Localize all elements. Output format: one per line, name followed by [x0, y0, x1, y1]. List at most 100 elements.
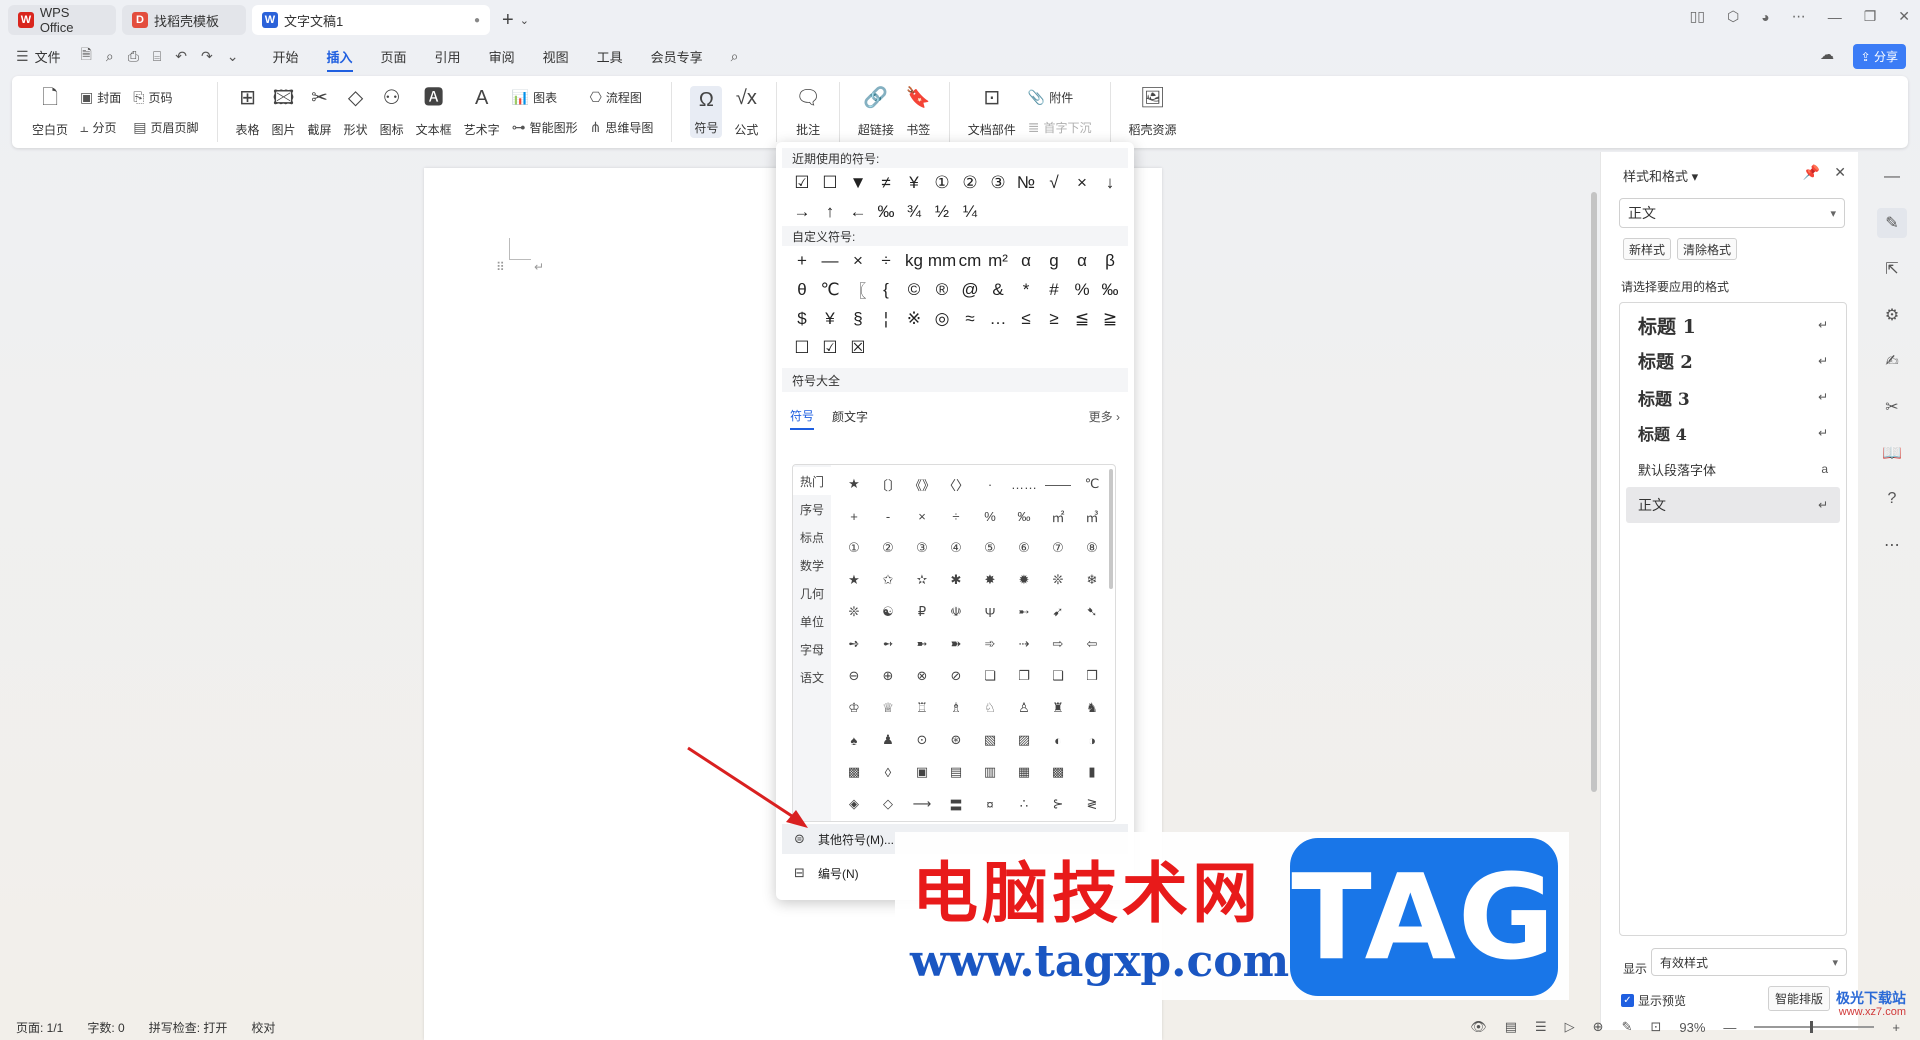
library-symbol-cell[interactable]: ✸: [973, 565, 1007, 595]
menu-file[interactable]: 文件: [35, 47, 61, 66]
recent-symbol-cell[interactable]: ¼: [956, 197, 984, 226]
library-scrollbar[interactable]: [1109, 469, 1113, 589]
new-style-button[interactable]: 新样式: [1623, 238, 1672, 260]
recent-symbol-cell[interactable]: ½: [928, 197, 956, 226]
custom-symbol-cell[interactable]: ‰: [1096, 275, 1124, 304]
tab-list-chevron-icon[interactable]: ⌄: [520, 14, 529, 27]
recent-symbol-cell[interactable]: ①: [928, 168, 956, 197]
custom-symbol-cell[interactable]: α: [1012, 246, 1040, 275]
document-scrollbar[interactable]: [1588, 152, 1600, 1012]
library-symbol-cell[interactable]: ≷: [1075, 789, 1109, 819]
recent-symbol-cell[interactable]: ‰: [872, 197, 900, 226]
custom-symbol-cell[interactable]: ≥: [1040, 304, 1068, 333]
category-item[interactable]: 热门: [793, 467, 831, 495]
library-symbol-cell[interactable]: ▦: [1007, 757, 1041, 787]
library-symbol-cell[interactable]: ——: [1041, 469, 1075, 499]
show-preview-checkbox[interactable]: ✓ 显示预览: [1621, 992, 1686, 1009]
menu-review[interactable]: 审阅: [489, 47, 515, 66]
custom-symbol-cell[interactable]: g: [1040, 246, 1068, 275]
recent-symbol-cell[interactable]: ×: [1068, 168, 1096, 197]
library-symbol-cell[interactable]: ㎡: [1041, 501, 1075, 531]
library-symbol-cell[interactable]: ❄: [1075, 565, 1109, 595]
zoom-in-icon[interactable]: +: [1892, 1020, 1900, 1035]
library-symbol-cell[interactable]: ♠: [837, 725, 871, 755]
search-icon[interactable]: ⌕: [731, 48, 739, 65]
library-symbol-cell[interactable]: ♖: [905, 693, 939, 723]
category-item[interactable]: 字母: [793, 635, 831, 663]
package-icon[interactable]: ⬡: [1727, 8, 1739, 25]
category-item[interactable]: 单位: [793, 607, 831, 635]
smartart-button[interactable]: ⊶ 智能图形: [512, 116, 578, 138]
library-symbol-cell[interactable]: ♗: [939, 693, 973, 723]
library-symbol-cell[interactable]: ➹: [1041, 597, 1075, 627]
library-symbol-cell[interactable]: ⊗: [905, 661, 939, 691]
library-symbol-cell[interactable]: ▣: [905, 757, 939, 787]
redo-icon[interactable]: ↷: [201, 48, 213, 65]
custom-symbol-cell[interactable]: ©: [900, 275, 928, 304]
header-footer-button[interactable]: ▤ 页眉页脚: [133, 116, 198, 138]
doc-parts-button[interactable]: ⊡ 文档部件: [968, 86, 1016, 138]
library-symbol-cell[interactable]: ◊: [871, 757, 905, 787]
library-symbol-cell[interactable]: ③: [905, 533, 939, 563]
recent-symbol-cell[interactable]: →: [788, 197, 816, 226]
category-item[interactable]: 序号: [793, 495, 831, 523]
recent-symbol-cell[interactable]: ¾: [900, 197, 928, 226]
custom-symbol-cell[interactable]: @: [956, 275, 984, 304]
library-symbol-cell[interactable]: ◐: [1041, 725, 1075, 755]
menu-view[interactable]: 视图: [543, 47, 569, 66]
tab-document[interactable]: W 文字文稿1 ●: [252, 5, 490, 35]
custom-symbol-cell[interactable]: *: [1012, 275, 1040, 304]
category-item[interactable]: 标点: [793, 523, 831, 551]
chart-button[interactable]: 📊 图表: [512, 86, 578, 108]
recent-symbol-cell[interactable]: ↑: [816, 197, 844, 226]
library-symbol-cell[interactable]: ⊖: [837, 661, 871, 691]
bookmark-button[interactable]: 🔖 书签: [906, 86, 931, 138]
quick-access-chevron-icon[interactable]: ⌄: [227, 48, 239, 65]
custom-symbol-cell[interactable]: ≧: [1096, 304, 1124, 333]
page-break-button[interactable]: ⫠ 分页: [80, 116, 121, 138]
category-item[interactable]: 语文: [793, 663, 831, 691]
clear-format-button[interactable]: 清除格式: [1677, 238, 1738, 260]
proofread[interactable]: 校对: [251, 1019, 275, 1036]
page-number-button[interactable]: ⎘ 页码: [133, 86, 198, 108]
recent-symbol-cell[interactable]: ←: [844, 197, 872, 226]
library-symbol-cell[interactable]: ➻: [871, 629, 905, 659]
symbol-button[interactable]: Ω 符号: [690, 86, 723, 138]
textbox-button[interactable]: 🅰 文本框: [416, 86, 452, 138]
recent-symbol-cell[interactable]: ②: [956, 168, 984, 197]
more-dots-icon[interactable]: ⋯: [1877, 530, 1907, 560]
style-item[interactable]: 默认段落字体 a: [1626, 451, 1840, 487]
library-symbol-cell[interactable]: ①: [837, 533, 871, 563]
page-view-icon[interactable]: ▤: [1505, 1019, 1517, 1035]
style-pen-icon[interactable]: ✎: [1877, 208, 1907, 238]
book-icon[interactable]: 📖: [1877, 438, 1907, 468]
comment-button[interactable]: 🗨 批注: [795, 86, 820, 138]
library-symbol-cell[interactable]: ▧: [973, 725, 1007, 755]
menu-page[interactable]: 页面: [381, 47, 407, 66]
resources-button[interactable]: 🖼 稻壳资源: [1129, 86, 1177, 138]
library-symbol-cell[interactable]: ◇: [871, 789, 905, 819]
cloud-icon[interactable]: ☁: [1820, 46, 1834, 63]
library-symbol-cell[interactable]: ◈: [837, 789, 871, 819]
page-count[interactable]: 页面: 1/1: [16, 1019, 63, 1036]
library-symbol-cell[interactable]: ②: [871, 533, 905, 563]
recent-symbol-cell[interactable]: ☑: [788, 168, 816, 197]
hyperlink-button[interactable]: 🔗 超链接: [858, 86, 894, 138]
scrollbar-thumb[interactable]: [1591, 192, 1597, 792]
library-symbol-cell[interactable]: ⑦: [1041, 533, 1075, 563]
library-symbol-cell[interactable]: ⊛: [939, 725, 973, 755]
library-symbol-cell[interactable]: 《》: [905, 469, 939, 499]
library-symbol-cell[interactable]: ⊘: [939, 661, 973, 691]
library-symbol-cell[interactable]: ⑧: [1075, 533, 1109, 563]
library-symbol-cell[interactable]: ➾: [973, 629, 1007, 659]
library-symbol-cell[interactable]: ₽: [905, 597, 939, 627]
library-symbol-cell[interactable]: ℃: [1075, 469, 1109, 499]
library-symbol-cell[interactable]: ⊕: [871, 661, 905, 691]
recent-symbol-cell[interactable]: ↓: [1096, 168, 1124, 197]
menu-home[interactable]: 开始: [273, 47, 299, 66]
blank-page-button[interactable]: 🗋 空白页: [32, 86, 68, 138]
custom-symbol-cell[interactable]: ¥: [816, 304, 844, 333]
new-tab-icon[interactable]: +: [502, 9, 514, 32]
library-symbol-cell[interactable]: ★: [837, 565, 871, 595]
wordart-button[interactable]: A 艺术字: [464, 86, 500, 138]
